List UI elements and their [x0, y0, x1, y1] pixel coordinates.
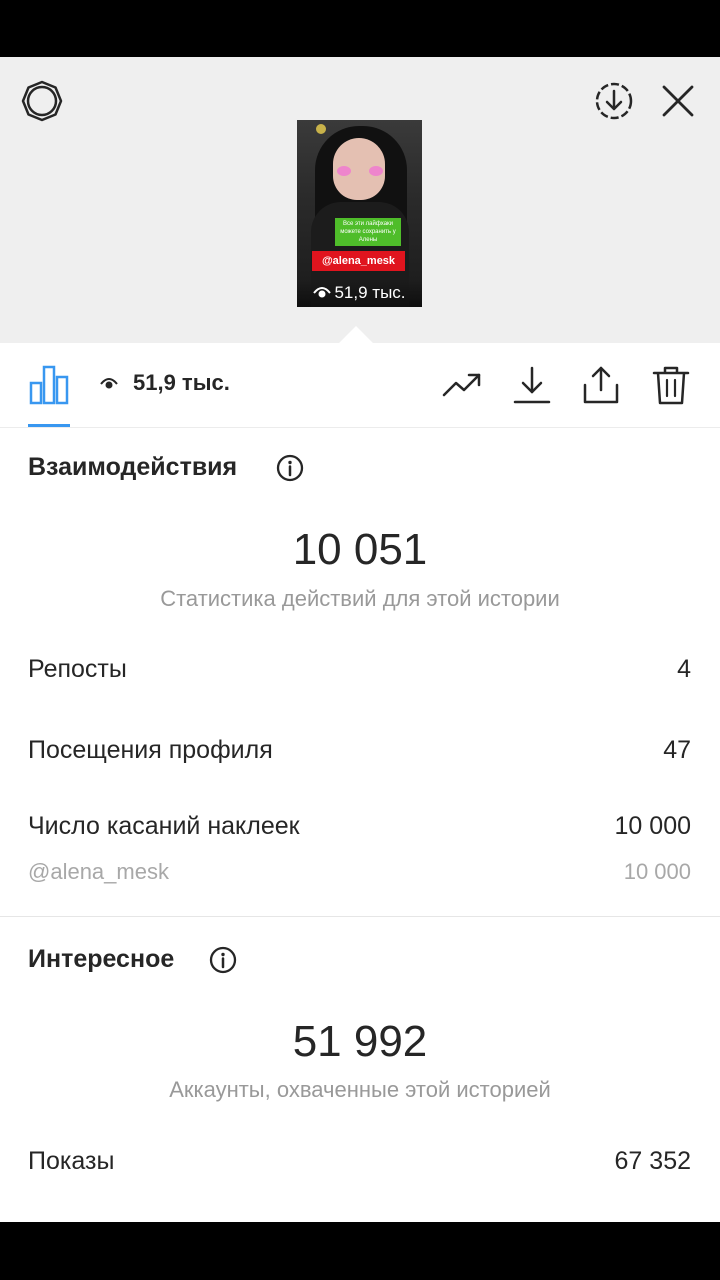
- views-count[interactable]: 51,9 тыс.: [133, 370, 230, 396]
- interactions-total: 10 051: [292, 525, 428, 574]
- download-icon[interactable]: [512, 365, 552, 405]
- mention-sticker: @alena_mesk: [312, 251, 405, 271]
- active-tab-indicator: [28, 424, 70, 427]
- sticker-mention-label: @alena_mesk: [28, 859, 169, 884]
- section-divider: [0, 916, 720, 917]
- reposts-label: Репосты: [28, 655, 127, 683]
- profile-visits-label: Посещения профиля: [28, 736, 273, 764]
- sticker-taps-label: Число касаний наклеек: [28, 812, 300, 840]
- share-icon[interactable]: [581, 365, 621, 405]
- impressions-value: 67 352: [614, 1147, 691, 1175]
- impressions-label: Показы: [28, 1147, 115, 1175]
- info-icon[interactable]: [209, 946, 237, 974]
- promote-trend-icon[interactable]: [442, 365, 482, 405]
- eye-icon: [100, 378, 118, 389]
- insights-chart-icon[interactable]: [28, 363, 70, 405]
- interactions-subtitle: Статистика действий для этой истории: [160, 586, 560, 611]
- story-text-sticker: Все эти лайфхаки можете сохранить у Ален…: [335, 218, 401, 246]
- discovery-title: Интересное: [28, 945, 175, 973]
- story-thumbnail[interactable]: Все эти лайфхаки можете сохранить у Ален…: [297, 120, 422, 307]
- settings-icon[interactable]: [20, 79, 64, 123]
- delete-trash-icon[interactable]: [651, 365, 691, 405]
- save-story-icon[interactable]: [592, 79, 636, 123]
- story-preview-area: Все эти лайфхаки можете сохранить у Ален…: [0, 57, 720, 343]
- sticker-taps-value: 10 000: [614, 812, 691, 840]
- interactions-title: Взаимодействия: [28, 453, 238, 481]
- story-badge-icon: [316, 124, 326, 134]
- eye-icon: [313, 287, 332, 298]
- info-icon[interactable]: [276, 454, 304, 482]
- profile-visits-value: 47: [663, 736, 691, 764]
- reach-subtitle: Аккаунты, охваченные этой историей: [169, 1077, 551, 1102]
- story-views-overlay: 51,9 тыс.: [297, 279, 422, 307]
- story-toolbar: 51,9 тыс.: [0, 343, 720, 428]
- story-views-count: 51,9 тыс.: [334, 283, 406, 302]
- reach-total: 51 992: [292, 1017, 428, 1066]
- sticker-mention-value: 10 000: [623, 859, 691, 884]
- story-insights-screen: Все эти лайфхаки можете сохранить у Ален…: [0, 57, 720, 1222]
- reposts-value: 4: [677, 655, 691, 683]
- close-icon[interactable]: [656, 79, 700, 123]
